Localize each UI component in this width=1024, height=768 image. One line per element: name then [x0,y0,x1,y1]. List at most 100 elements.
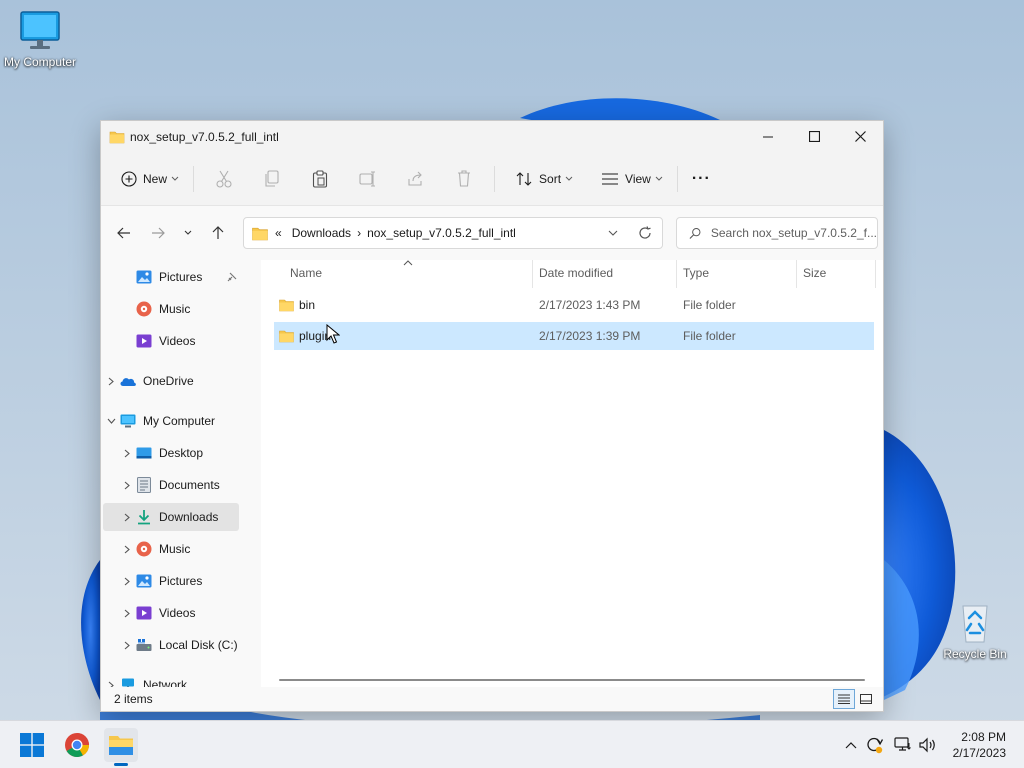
new-label: New [143,171,168,186]
desktop-icon-label: My Computer [3,55,77,69]
address-bar[interactable]: « Downloads › nox_setup_v7.0.5.2_full_in… [243,217,663,249]
copy-button[interactable] [248,163,296,195]
desktop-icon-recycle-bin[interactable]: Recycle Bin [935,600,1015,661]
minimize-button[interactable] [745,121,791,152]
nav-item-videos-quick[interactable]: Videos [103,327,239,355]
chevron-down-icon[interactable] [107,418,116,424]
column-headers: Name Date modified Type Size [261,260,883,288]
file-row-bin[interactable]: bin 2/17/2023 1:43 PM File folder [274,291,874,319]
recent-locations-button[interactable] [173,218,203,248]
nav-item-label: Network [143,678,188,687]
chevron-right-icon[interactable] [124,481,130,490]
column-divider[interactable] [676,260,677,288]
videos-icon [136,606,152,620]
cut-button[interactable] [200,163,248,195]
up-button[interactable] [203,218,233,248]
desktop-icon-my-computer[interactable]: My Computer [0,10,80,69]
command-bar: New Sort View ··· [101,152,883,206]
share-button[interactable] [392,163,440,195]
drive-icon [136,639,152,651]
nav-item-label: Videos [159,334,196,348]
chevron-down-icon [184,230,192,235]
item-count: 2 items [114,692,153,706]
system-clock[interactable]: 2:08 PM 2/17/2023 [953,729,1006,761]
chevron-right-icon[interactable] [108,377,114,386]
chevron-right-icon[interactable] [124,545,130,554]
view-mode-buttons [833,689,877,709]
chevron-right-icon[interactable] [124,577,130,586]
start-button[interactable] [15,728,49,762]
details-view-button[interactable] [833,689,855,709]
large-icons-view-icon [860,694,872,704]
arrow-left-icon [117,227,130,239]
file-list-horizontal-scrollbar[interactable] [279,679,865,681]
nav-item-pictures[interactable]: Pictures [103,567,239,595]
taskbar-file-explorer-button[interactable] [104,728,138,766]
column-divider[interactable] [532,260,533,288]
active-app-indicator [114,763,128,766]
taskbar-chrome-button[interactable] [60,728,94,762]
maximize-button[interactable] [791,121,837,152]
chevron-right-icon[interactable] [124,513,130,522]
nav-item-music[interactable]: Music [103,535,239,563]
column-header-name[interactable]: Name [290,266,322,280]
breadcrumb-downloads[interactable]: Downloads [292,226,351,240]
nav-item-desktop[interactable]: Desktop [103,439,239,467]
column-header-size[interactable]: Size [803,266,826,280]
close-button[interactable] [837,121,883,152]
folder-icon [252,227,268,240]
forward-button[interactable] [143,218,173,248]
computer-icon [120,414,136,428]
nav-item-downloads[interactable]: Downloads [103,503,239,531]
column-header-date-modified[interactable]: Date modified [539,266,613,280]
mouse-cursor-icon [326,324,340,344]
nav-item-local-disk[interactable]: Local Disk (C:) [103,631,239,659]
window-title: nox_setup_v7.0.5.2_full_intl [130,129,279,144]
column-header-type[interactable]: Type [683,266,709,280]
new-button[interactable]: New [113,163,187,195]
taskbar: 2:08 PM 2/17/2023 [0,720,1024,768]
column-divider[interactable] [796,260,797,288]
volume-tray-icon[interactable] [917,734,939,756]
chevron-right-icon[interactable] [124,609,130,618]
refresh-icon[interactable] [638,226,652,240]
breadcrumb-current-folder[interactable]: nox_setup_v7.0.5.2_full_intl [367,226,516,240]
speaker-icon [919,737,935,753]
recycle-bin-icon [962,605,988,643]
show-hidden-icons-button[interactable] [840,734,862,756]
sort-button[interactable]: Sort [507,163,581,195]
paste-button[interactable] [296,163,344,195]
nav-item-my-computer[interactable]: My Computer [103,407,239,435]
delete-button[interactable] [440,163,488,195]
nav-item-onedrive[interactable]: OneDrive [103,367,239,395]
more-icon: ··· [691,169,711,187]
nav-item-pictures-pinned[interactable]: Pictures [103,263,239,291]
nav-item-label: Desktop [159,446,204,460]
nav-item-network[interactable]: Network [103,671,239,687]
network-tray-icon[interactable] [892,734,914,756]
back-button[interactable] [109,218,139,248]
update-tray-icon[interactable] [864,734,886,756]
more-options-button[interactable]: ··· [684,163,719,195]
nav-item-videos[interactable]: Videos [103,599,239,627]
search-box[interactable]: Search nox_setup_v7.0.5.2_f... [676,217,878,249]
chevron-down-icon[interactable] [608,230,618,236]
chevron-up-icon [845,742,857,749]
navigation-pane[interactable]: Pictures Music Videos OneDrive My Comput… [101,260,241,687]
breadcrumb-overflow[interactable]: « [275,226,282,240]
title-bar[interactable]: nox_setup_v7.0.5.2_full_intl [101,121,883,152]
column-divider[interactable] [875,260,876,288]
chevron-right-icon[interactable] [124,641,130,650]
file-type: File folder [683,329,736,343]
file-row-plugin[interactable]: plugin 2/17/2023 1:39 PM File folder [274,322,874,350]
chevron-right-icon[interactable] [124,449,130,458]
music-icon [136,301,152,317]
rename-button[interactable] [344,163,392,195]
large-icons-view-button[interactable] [855,689,877,709]
chevron-down-icon [565,176,573,181]
nav-item-music-quick[interactable]: Music [103,295,239,323]
file-type: File folder [683,298,736,312]
view-button[interactable]: View [593,163,671,195]
nav-item-documents[interactable]: Documents [103,471,239,499]
view-label: View [625,171,651,186]
